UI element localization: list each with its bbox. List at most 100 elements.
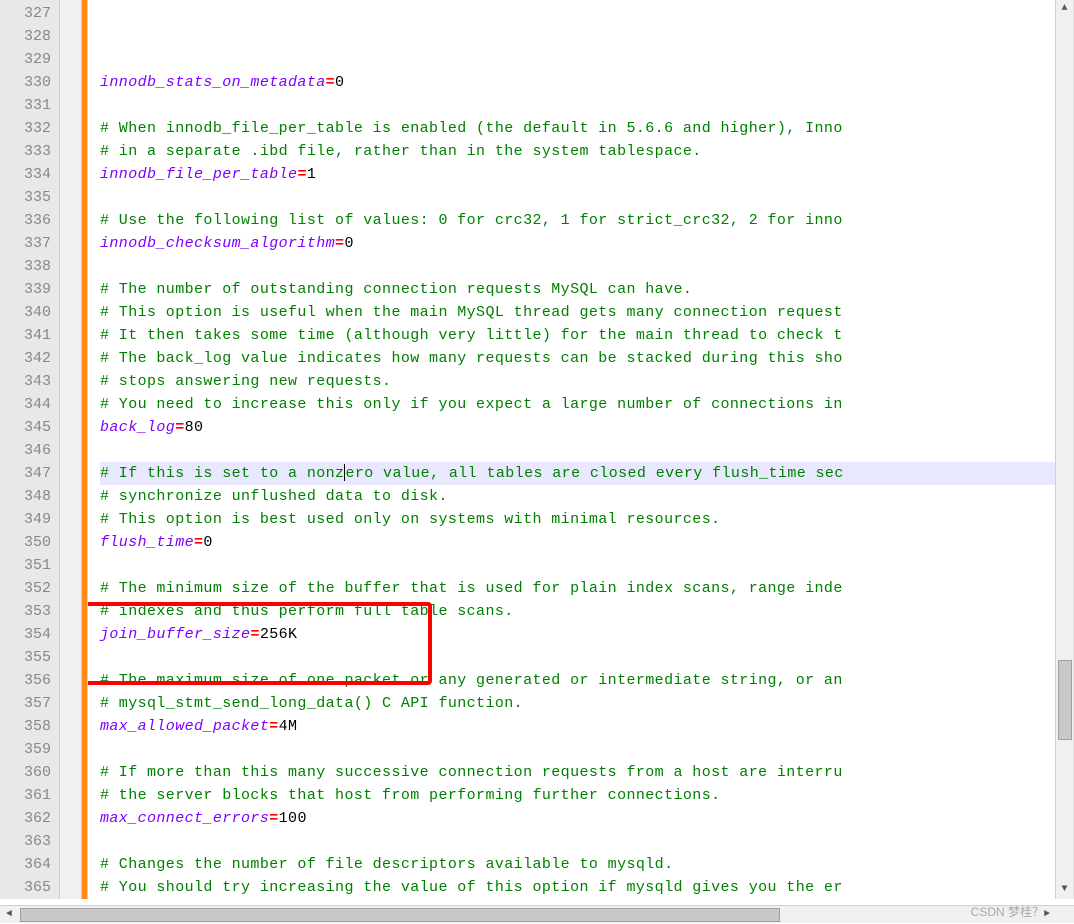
code-area[interactable]: innodb_stats_on_metadata=0# When innodb_…	[88, 0, 1073, 899]
line-number: 353	[0, 600, 51, 623]
config-value: 0	[203, 534, 212, 551]
config-key: max_connect_errors	[100, 810, 269, 827]
code-line[interactable]: # If more than this many successive conn…	[100, 761, 1073, 784]
code-line[interactable]: flush_time=0	[100, 531, 1073, 554]
line-number: 347	[0, 462, 51, 485]
code-line[interactable]	[100, 94, 1073, 117]
line-number: 331	[0, 94, 51, 117]
line-number: 356	[0, 669, 51, 692]
line-number: 332	[0, 117, 51, 140]
code-line[interactable]: innodb_stats_on_metadata=0	[100, 71, 1073, 94]
code-line[interactable]: # the server blocks that host from perfo…	[100, 784, 1073, 807]
code-line[interactable]	[100, 738, 1073, 761]
code-editor: 3273283293303313323333343353363373383393…	[0, 0, 1074, 899]
line-number: 351	[0, 554, 51, 577]
line-number-gutter: 3273283293303313323333343353363373383393…	[0, 0, 60, 899]
code-line[interactable]: join_buffer_size=256K	[100, 623, 1073, 646]
config-key: max_allowed_packet	[100, 718, 269, 735]
line-number: 357	[0, 692, 51, 715]
line-number: 363	[0, 830, 51, 853]
code-line[interactable]: innodb_checksum_algorithm=0	[100, 232, 1073, 255]
line-number: 337	[0, 232, 51, 255]
line-number: 365	[0, 876, 51, 899]
comment-text: ero value, all tables are closed every f…	[345, 465, 843, 482]
code-line[interactable]	[100, 186, 1073, 209]
code-line[interactable]: # When innodb_file_per_table is enabled …	[100, 117, 1073, 140]
code-line[interactable]: # indexes and thus perform full table sc…	[100, 600, 1073, 623]
line-number: 359	[0, 738, 51, 761]
line-number: 330	[0, 71, 51, 94]
comment-text: # If more than this many successive conn…	[100, 764, 843, 781]
line-number: 329	[0, 48, 51, 71]
scroll-up-button[interactable]: ▲	[1056, 0, 1073, 18]
code-line[interactable]: innodb_file_per_table=1	[100, 163, 1073, 186]
comment-text: # The number of outstanding connection r…	[100, 281, 692, 298]
code-line[interactable]: # It then takes some time (although very…	[100, 324, 1073, 347]
code-line[interactable]: # The number of outstanding connection r…	[100, 278, 1073, 301]
scroll-right-button[interactable]: ►	[1038, 906, 1056, 924]
config-value: 1	[307, 166, 316, 183]
comment-text: # The minimum size of the buffer that is…	[100, 580, 843, 597]
line-number: 339	[0, 278, 51, 301]
config-value: 4M	[279, 718, 298, 735]
scroll-down-button[interactable]: ▼	[1056, 881, 1073, 899]
config-key: innodb_stats_on_metadata	[100, 74, 326, 91]
line-number: 348	[0, 485, 51, 508]
equals-operator: =	[269, 810, 278, 827]
line-number: 345	[0, 416, 51, 439]
horizontal-scrollbar[interactable]: ◄ ►	[0, 905, 1074, 923]
equals-operator: =	[175, 419, 184, 436]
config-value: 0	[344, 235, 353, 252]
code-line[interactable]: # This option is useful when the main My…	[100, 301, 1073, 324]
fold-margin	[60, 0, 82, 899]
line-number: 336	[0, 209, 51, 232]
line-number: 344	[0, 393, 51, 416]
comment-text: # If this is set to a nonz	[100, 465, 344, 482]
code-line[interactable]: back_log=80	[100, 416, 1073, 439]
code-line[interactable]: # The minimum size of the buffer that is…	[100, 577, 1073, 600]
equals-operator: =	[250, 626, 259, 643]
code-line[interactable]: max_connect_errors=100	[100, 807, 1073, 830]
config-key: flush_time	[100, 534, 194, 551]
code-line[interactable]	[100, 439, 1073, 462]
line-number: 349	[0, 508, 51, 531]
line-number: 361	[0, 784, 51, 807]
horizontal-scroll-thumb[interactable]	[20, 908, 780, 922]
code-line[interactable]: # The maximum size of one packet or any …	[100, 669, 1073, 692]
code-line[interactable]: # This option is best used only on syste…	[100, 508, 1073, 531]
config-value: 256K	[260, 626, 298, 643]
code-line[interactable]	[100, 554, 1073, 577]
comment-text: # indexes and thus perform full table sc…	[100, 603, 514, 620]
code-line[interactable]: # If this is set to a nonzero value, all…	[100, 462, 1073, 485]
config-value: 80	[185, 419, 204, 436]
line-number: 341	[0, 324, 51, 347]
code-line[interactable]: # Changes the number of file descriptors…	[100, 853, 1073, 876]
code-line[interactable]: # stops answering new requests.	[100, 370, 1073, 393]
code-line[interactable]: # synchronize unflushed data to disk.	[100, 485, 1073, 508]
code-line[interactable]	[100, 830, 1073, 853]
code-line[interactable]	[100, 646, 1073, 669]
equals-operator: =	[326, 74, 335, 91]
comment-text: # stops answering new requests.	[100, 373, 391, 390]
scroll-left-button[interactable]: ◄	[0, 906, 18, 924]
code-line[interactable]: # You need to increase this only if you …	[100, 393, 1073, 416]
code-line[interactable]	[100, 255, 1073, 278]
config-key: innodb_file_per_table	[100, 166, 297, 183]
line-number: 327	[0, 2, 51, 25]
vertical-scroll-thumb[interactable]	[1058, 660, 1072, 740]
code-line[interactable]: # The back_log value indicates how many …	[100, 347, 1073, 370]
line-number: 333	[0, 140, 51, 163]
config-key: innodb_checksum_algorithm	[100, 235, 335, 252]
code-line[interactable]: # mysql_stmt_send_long_data() C API func…	[100, 692, 1073, 715]
code-line[interactable]: max_allowed_packet=4M	[100, 715, 1073, 738]
line-number: 362	[0, 807, 51, 830]
line-number: 328	[0, 25, 51, 48]
code-line[interactable]: # Use the following list of values: 0 fo…	[100, 209, 1073, 232]
code-line[interactable]: # in a separate .ibd file, rather than i…	[100, 140, 1073, 163]
comment-text: # The back_log value indicates how many …	[100, 350, 843, 367]
comment-text: # The maximum size of one packet or any …	[100, 672, 843, 689]
code-line[interactable]: # You should try increasing the value of…	[100, 876, 1073, 899]
vertical-scrollbar[interactable]: ▲ ▼	[1055, 0, 1073, 899]
line-number: 358	[0, 715, 51, 738]
line-number: 360	[0, 761, 51, 784]
